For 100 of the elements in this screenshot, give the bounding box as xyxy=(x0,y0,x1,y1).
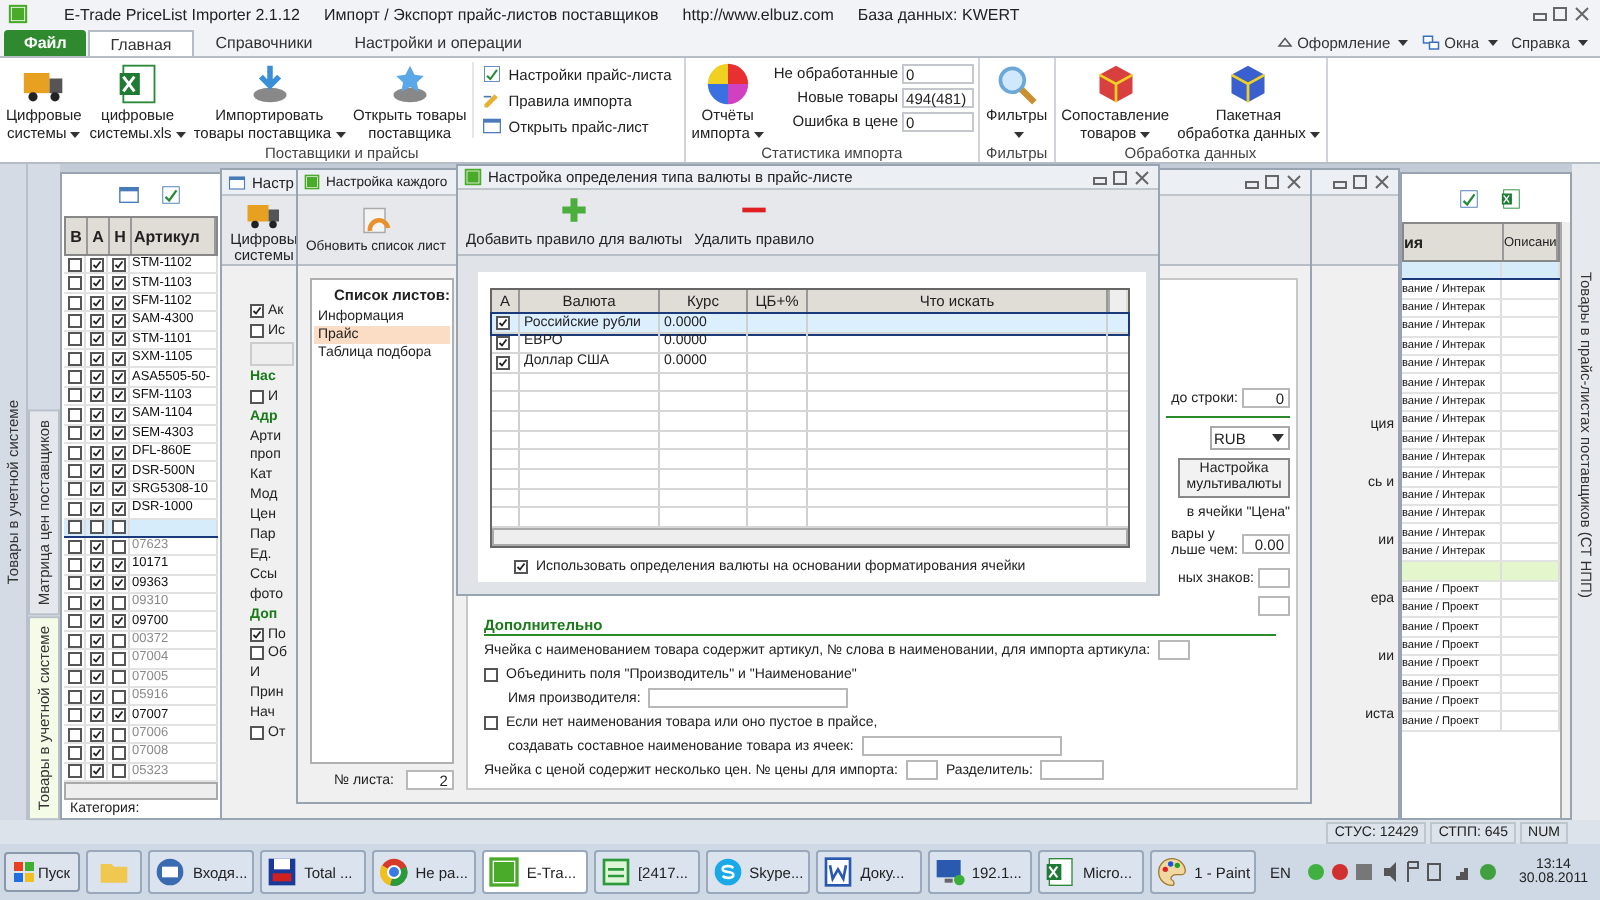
checkbox[interactable] xyxy=(67,557,81,572)
checkbox[interactable] xyxy=(111,764,125,779)
checkbox[interactable] xyxy=(111,370,125,385)
checkbox[interactable] xyxy=(111,407,125,422)
checkbox[interactable] xyxy=(111,557,125,572)
checkbox[interactable] xyxy=(250,627,264,641)
checkbox[interactable] xyxy=(67,651,81,666)
checkbox[interactable] xyxy=(67,482,81,497)
checkbox[interactable] xyxy=(111,257,125,272)
checkbox[interactable] xyxy=(67,276,81,291)
checkbox[interactable] xyxy=(111,388,125,403)
checkbox[interactable] xyxy=(89,651,103,666)
checkbox[interactable] xyxy=(250,323,264,338)
input-field[interactable] xyxy=(1040,760,1105,780)
checkbox[interactable] xyxy=(67,539,81,554)
checkbox[interactable] xyxy=(89,595,103,610)
checkbox[interactable] xyxy=(111,745,125,760)
checkbox[interactable] xyxy=(89,520,103,535)
checkbox[interactable] xyxy=(484,667,498,681)
checkbox[interactable] xyxy=(111,482,125,497)
checkbox[interactable] xyxy=(89,426,103,441)
checkbox[interactable] xyxy=(111,670,125,685)
checkbox[interactable] xyxy=(111,595,125,610)
checkbox[interactable] xyxy=(111,727,125,741)
scrollbar[interactable] xyxy=(492,528,1128,546)
checkbox[interactable] xyxy=(111,295,125,310)
checkbox[interactable] xyxy=(89,276,103,291)
checkbox[interactable] xyxy=(67,576,81,591)
column-header[interactable]: А xyxy=(88,218,110,255)
column-header[interactable]: Артикул xyxy=(132,218,216,255)
checkbox[interactable] xyxy=(89,351,103,366)
checkbox[interactable] xyxy=(67,633,81,648)
column-header[interactable]: В xyxy=(66,218,88,255)
checkbox[interactable] xyxy=(484,715,498,729)
checkbox[interactable] xyxy=(89,257,103,272)
file-tab[interactable]: Файл xyxy=(4,30,87,56)
checkbox[interactable] xyxy=(67,464,81,479)
checkbox[interactable] xyxy=(514,560,528,574)
input-field[interactable] xyxy=(1258,568,1290,588)
checkbox[interactable] xyxy=(67,670,81,685)
checkbox[interactable] xyxy=(67,426,81,441)
scroll-up-button[interactable] xyxy=(1108,290,1126,313)
checkbox[interactable] xyxy=(89,764,103,779)
checkbox[interactable] xyxy=(67,407,81,422)
checkbox[interactable] xyxy=(67,727,81,741)
checkbox[interactable] xyxy=(89,539,103,554)
checkbox[interactable] xyxy=(67,689,81,704)
checkbox[interactable] xyxy=(89,407,103,422)
checkbox[interactable] xyxy=(111,332,125,347)
checkbox[interactable] xyxy=(111,351,125,366)
checkbox[interactable] xyxy=(111,576,125,591)
ribbon-tab[interactable]: Главная xyxy=(88,30,194,56)
input-field[interactable] xyxy=(861,736,1062,756)
checkbox[interactable] xyxy=(89,445,103,460)
window-controls-icon[interactable] xyxy=(1332,174,1392,190)
checkbox[interactable] xyxy=(111,539,125,554)
website-link[interactable]: http://www.elbuz.com xyxy=(682,5,834,23)
checkbox[interactable] xyxy=(67,764,81,779)
checkbox[interactable] xyxy=(111,633,125,648)
checkbox[interactable] xyxy=(67,370,81,385)
checkbox[interactable] xyxy=(89,557,103,572)
checkbox[interactable] xyxy=(67,745,81,760)
checkbox[interactable] xyxy=(89,576,103,591)
window-controls-icon[interactable] xyxy=(1532,6,1592,22)
input-field[interactable] xyxy=(250,341,294,366)
checkbox[interactable] xyxy=(89,370,103,385)
input-field[interactable] xyxy=(648,688,849,708)
ribbon-tab[interactable]: Справочники xyxy=(195,30,333,56)
checkbox[interactable] xyxy=(250,646,264,661)
checkbox[interactable] xyxy=(89,689,103,704)
checkbox[interactable] xyxy=(111,708,125,723)
scrollbar[interactable] xyxy=(1560,222,1570,818)
checkbox[interactable] xyxy=(250,725,264,740)
checkbox[interactable] xyxy=(89,482,103,497)
checkbox[interactable] xyxy=(111,276,125,291)
checkbox[interactable] xyxy=(89,388,103,403)
checkbox[interactable] xyxy=(111,520,125,535)
input-field[interactable] xyxy=(1258,596,1290,616)
checkbox[interactable] xyxy=(67,313,81,328)
checkbox[interactable] xyxy=(250,389,264,404)
checkbox[interactable] xyxy=(67,257,81,272)
checkbox[interactable] xyxy=(89,745,103,760)
checkbox[interactable] xyxy=(89,633,103,648)
checkbox[interactable] xyxy=(111,445,125,460)
checkbox[interactable] xyxy=(89,295,103,310)
checkbox[interactable] xyxy=(496,316,510,331)
checkbox[interactable] xyxy=(89,727,103,741)
ribbon-tab[interactable]: Настройки и операции xyxy=(334,30,542,56)
checkbox[interactable] xyxy=(89,464,103,479)
checkbox[interactable] xyxy=(67,332,81,347)
checkbox[interactable] xyxy=(496,355,510,370)
checkbox[interactable] xyxy=(67,501,81,516)
checkbox[interactable] xyxy=(67,708,81,723)
checkbox[interactable] xyxy=(67,295,81,310)
window-controls-icon[interactable] xyxy=(1092,169,1152,186)
input-field[interactable] xyxy=(1158,640,1191,660)
checkbox[interactable] xyxy=(111,614,125,629)
checkbox[interactable] xyxy=(67,445,81,460)
checkbox[interactable] xyxy=(111,689,125,704)
checkbox[interactable] xyxy=(111,464,125,479)
